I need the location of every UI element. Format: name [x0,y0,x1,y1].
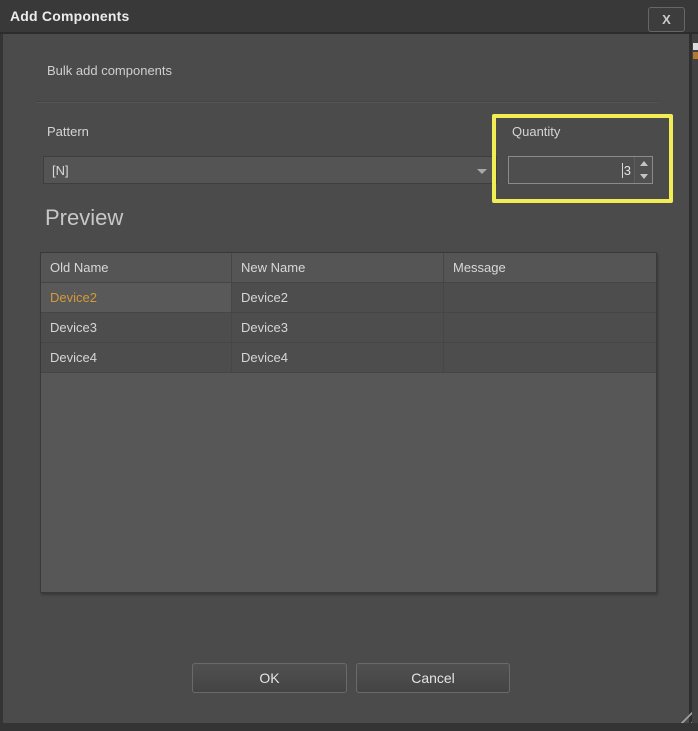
add-components-dialog: Add Components X Bulk add components Pat… [0,0,698,731]
cell-message[interactable] [444,343,656,372]
resize-grip-icon[interactable] [674,707,692,723]
cancel-button[interactable]: Cancel [356,663,510,693]
ok-button[interactable]: OK [192,663,347,693]
close-button[interactable]: X [648,7,685,32]
cell-old-name[interactable]: Device3 [41,313,232,342]
cell-message[interactable] [444,283,656,312]
dialog-title: Add Components [10,8,129,24]
pattern-dropdown-value: [N] [52,163,69,178]
cell-new-name[interactable]: Device2 [232,283,444,312]
cell-new-name[interactable]: Device3 [232,313,444,342]
background-window-artifact [693,52,698,59]
column-header-message[interactable]: Message [444,253,656,282]
table-row[interactable]: Device2 Device2 [41,283,656,313]
preview-heading: Preview [45,205,123,231]
dialog-description: Bulk add components [47,63,172,78]
cell-new-name[interactable]: Device4 [232,343,444,372]
arrow-up-icon [640,161,648,166]
cell-old-name[interactable]: Device2 [41,283,232,312]
quantity-stepper[interactable]: 3 [508,156,653,184]
table-row[interactable]: Device3 Device3 [41,313,656,343]
chevron-down-icon [477,169,487,174]
spin-down-button[interactable] [635,170,652,183]
column-header-old-name[interactable]: Old Name [41,253,232,282]
preview-table: Old Name New Name Message Device2 Device… [40,252,657,593]
titlebar: Add Components [0,0,698,34]
window-frame-bottom [0,723,698,731]
quantity-value: 3 [624,163,631,178]
text-cursor [622,163,623,178]
close-icon: X [662,12,671,27]
arrow-down-icon [640,174,648,179]
spin-up-button[interactable] [635,157,652,170]
column-header-new-name[interactable]: New Name [232,253,444,282]
spinner-buttons [634,157,652,183]
pattern-dropdown[interactable]: [N] [43,156,497,184]
table-row[interactable]: Device4 Device4 [41,343,656,373]
pattern-label: Pattern [47,124,89,139]
quantity-value-area[interactable]: 3 [509,157,634,183]
separator-line [36,101,658,103]
window-frame-right [689,34,698,731]
cell-message[interactable] [444,313,656,342]
background-window-artifact [693,43,698,50]
window-frame-left [0,34,3,731]
cell-old-name[interactable]: Device4 [41,343,232,372]
table-header-row: Old Name New Name Message [41,253,656,283]
quantity-label: Quantity [512,124,560,139]
